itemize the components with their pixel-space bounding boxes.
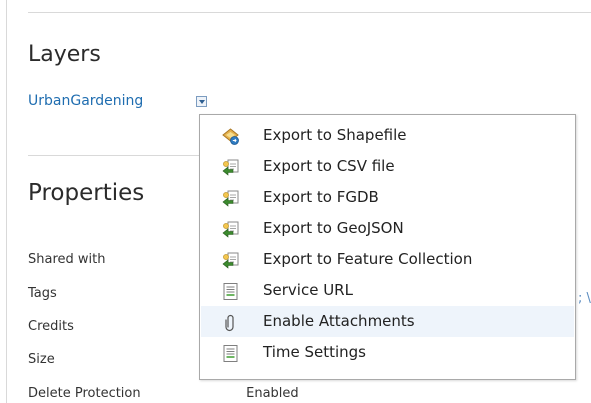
menu-item-export-feature-collection[interactable]: Export to Feature Collection: [201, 244, 574, 275]
layer-context-menu: Export to Shapefile Export to CSV file E…: [199, 114, 576, 380]
menu-item-label: Export to Feature Collection: [263, 250, 473, 268]
section-divider-top: [28, 12, 591, 13]
geojson-export-icon: [221, 219, 240, 238]
paperclip-icon: [221, 312, 240, 332]
section-divider-properties: [28, 155, 200, 156]
menu-item-label: Export to FGDB: [263, 188, 379, 206]
properties-section-title: Properties: [28, 180, 145, 206]
menu-item-enable-attachments[interactable]: Enable Attachments: [201, 306, 574, 337]
clipped-tags-text: ; \: [578, 291, 591, 306]
left-border: [6, 0, 7, 403]
shapefile-export-icon: [221, 126, 240, 145]
menu-item-time-settings[interactable]: Time Settings: [201, 337, 574, 368]
menu-item-export-shapefile[interactable]: Export to Shapefile: [201, 120, 574, 151]
fgdb-export-icon: [221, 188, 240, 207]
layer-dropdown-toggle-icon[interactable]: [196, 96, 207, 107]
service-url-icon: [221, 281, 240, 300]
time-settings-icon: [221, 343, 240, 362]
property-value: Enabled: [246, 386, 299, 401]
property-label: Delete Protection: [28, 386, 141, 401]
menu-item-label: Export to GeoJSON: [263, 219, 404, 237]
menu-item-label: Export to Shapefile: [263, 126, 407, 144]
menu-item-label: Time Settings: [263, 343, 367, 361]
item-details-page: Layers UrbanGardening Properties Shared …: [0, 0, 591, 403]
menu-item-service-url[interactable]: Service URL: [201, 275, 574, 306]
property-row-delete-protection: Delete Protection Enabled: [28, 386, 299, 401]
layer-link-urbangardening[interactable]: UrbanGardening: [28, 93, 143, 109]
menu-item-label: Service URL: [263, 281, 353, 299]
csv-export-icon: [221, 157, 240, 176]
menu-item-export-fgdb[interactable]: Export to FGDB: [201, 182, 574, 213]
menu-item-export-geojson[interactable]: Export to GeoJSON: [201, 213, 574, 244]
menu-item-export-csv[interactable]: Export to CSV file: [201, 151, 574, 182]
layers-section-title: Layers: [28, 42, 101, 67]
menu-item-label: Enable Attachments: [263, 312, 415, 330]
feature-collection-export-icon: [221, 250, 240, 269]
menu-item-label: Export to CSV file: [263, 157, 395, 175]
